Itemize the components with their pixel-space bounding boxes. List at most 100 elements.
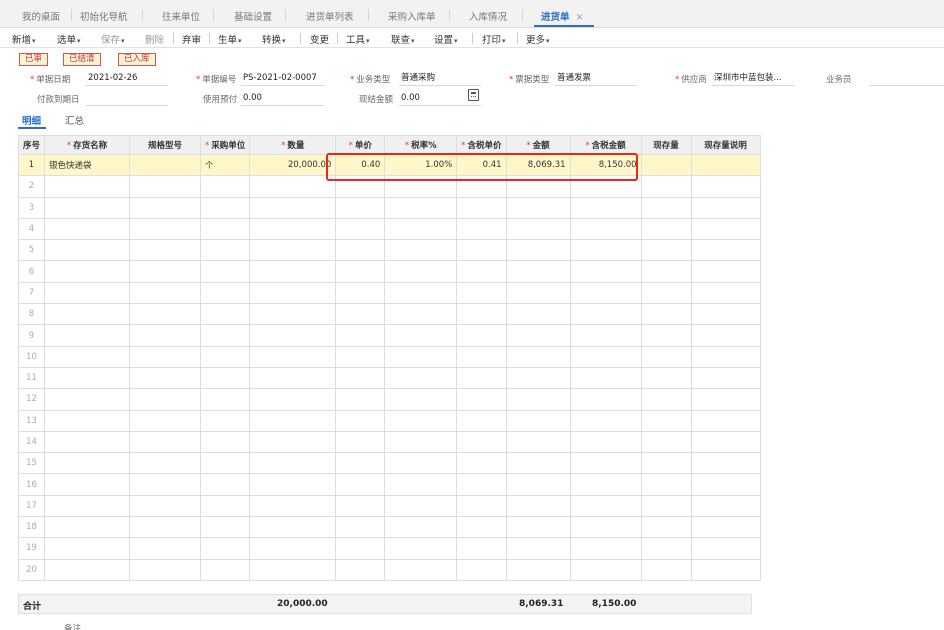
col-header-tax-price[interactable]: * 含税单价	[456, 135, 507, 155]
grid-cell[interactable]	[200, 388, 251, 411]
table-row[interactable]: 8	[17, 303, 761, 326]
grid-cell[interactable]	[456, 473, 507, 496]
grid-cell[interactable]	[505, 409, 571, 432]
grid-cell[interactable]	[690, 345, 761, 368]
grid-cell[interactable]	[456, 494, 507, 518]
grid-cell[interactable]	[690, 494, 761, 518]
grid-cell[interactable]	[44, 494, 131, 518]
grid-cell[interactable]	[44, 558, 131, 581]
grid-cell[interactable]	[569, 409, 642, 432]
subtab-summary[interactable]: 汇总	[65, 113, 84, 127]
grid-cell[interactable]	[690, 537, 761, 560]
grid-cell[interactable]	[200, 281, 251, 305]
cell-qty[interactable]: 20,000.00	[249, 153, 337, 177]
grid-cell[interactable]	[335, 430, 386, 454]
table-row[interactable]: 6	[17, 260, 761, 283]
tab-purchase-inbound[interactable]: 采购入库单	[388, 9, 436, 23]
grid-cell[interactable]	[44, 366, 131, 390]
grid-cell[interactable]	[200, 324, 251, 347]
grid-cell[interactable]	[200, 239, 251, 262]
grid-cell[interactable]	[456, 281, 507, 305]
grid-cell[interactable]	[384, 366, 458, 390]
grid-cell[interactable]	[384, 196, 458, 219]
grid-cell[interactable]	[44, 196, 131, 219]
grid-cell[interactable]	[569, 516, 642, 539]
grid-cell[interactable]	[384, 281, 458, 305]
grid-cell[interactable]	[384, 345, 458, 368]
grid-cell[interactable]	[200, 175, 251, 198]
tab-basic-settings[interactable]: 基础设置	[234, 9, 272, 23]
grid-cell[interactable]	[335, 494, 386, 518]
grid-cell[interactable]	[129, 473, 202, 496]
grid-cell[interactable]	[44, 388, 131, 411]
table-row[interactable]: 20	[17, 558, 761, 581]
grid-cell[interactable]	[129, 516, 202, 539]
grid-cell[interactable]	[569, 558, 642, 581]
grid-cell[interactable]	[640, 494, 692, 518]
grid-cell[interactable]	[569, 537, 642, 560]
grid-cell[interactable]	[44, 473, 131, 496]
grid-cell[interactable]	[384, 452, 458, 475]
grid-cell[interactable]	[200, 409, 251, 432]
supplier-field[interactable]: 深圳市中蓝包装...	[712, 72, 794, 86]
grid-cell[interactable]	[690, 388, 761, 411]
grid-cell[interactable]	[640, 516, 692, 539]
grid-cell[interactable]	[129, 281, 202, 305]
grid-cell[interactable]	[129, 239, 202, 262]
grid-cell[interactable]	[569, 217, 642, 241]
grid-cell[interactable]	[505, 430, 571, 454]
grid-cell[interactable]	[129, 303, 202, 326]
grid-cell[interactable]	[456, 366, 507, 390]
grid-cell[interactable]	[640, 409, 692, 432]
cell-stock[interactable]	[640, 153, 692, 177]
col-header-tax-amount[interactable]: * 含税金额	[569, 135, 642, 155]
grid-cell[interactable]	[129, 196, 202, 219]
change-button[interactable]: 变更	[310, 32, 329, 46]
grid-cell[interactable]	[200, 558, 251, 581]
convert-button[interactable]: 转换▾	[262, 32, 286, 46]
grid-cell[interactable]	[335, 239, 386, 262]
grid-cell[interactable]	[690, 473, 761, 496]
print-button[interactable]: 打印▾	[482, 32, 506, 46]
cell-stock-note[interactable]	[690, 153, 761, 177]
table-row[interactable]: 13	[17, 409, 761, 432]
grid-cell[interactable]	[335, 473, 386, 496]
grid-cell[interactable]	[456, 239, 507, 262]
grid-cell[interactable]	[456, 409, 507, 432]
doc-no-field[interactable]: PS-2021-02-0007	[241, 72, 325, 86]
grid-cell[interactable]	[200, 452, 251, 475]
grid-cell[interactable]	[456, 260, 507, 283]
grid-cell[interactable]	[456, 217, 507, 241]
grid-cell[interactable]	[44, 345, 131, 368]
table-row[interactable]: 16	[17, 473, 761, 496]
grid-cell[interactable]	[384, 409, 458, 432]
salesman-field[interactable]	[870, 72, 944, 86]
subtab-detail[interactable]: 明细	[22, 113, 41, 127]
grid-cell[interactable]	[640, 452, 692, 475]
grid-cell[interactable]	[200, 366, 251, 390]
grid-cell[interactable]	[129, 260, 202, 283]
grid-cell[interactable]	[129, 217, 202, 241]
tab-purchase-order[interactable]: 进货单 ×	[541, 9, 583, 23]
settings-button[interactable]: 设置▾	[434, 32, 458, 46]
grid-cell[interactable]	[249, 473, 337, 496]
grid-cell[interactable]	[249, 196, 337, 219]
grid-cell[interactable]	[335, 388, 386, 411]
grid-cell[interactable]	[44, 303, 131, 326]
generate-button[interactable]: 生单▾	[218, 32, 242, 46]
grid-cell[interactable]	[249, 239, 337, 262]
grid-cell[interactable]	[384, 217, 458, 241]
grid-cell[interactable]	[384, 494, 458, 518]
grid-cell[interactable]	[640, 388, 692, 411]
grid-cell[interactable]	[249, 260, 337, 283]
grid-cell[interactable]	[249, 558, 337, 581]
grid-cell[interactable]	[640, 537, 692, 560]
discard-review-button[interactable]: 弃审	[182, 32, 201, 46]
grid-cell[interactable]	[456, 324, 507, 347]
grid-cell[interactable]	[335, 303, 386, 326]
grid-cell[interactable]	[44, 430, 131, 454]
grid-cell[interactable]	[129, 366, 202, 390]
grid-cell[interactable]	[335, 217, 386, 241]
grid-cell[interactable]	[249, 324, 337, 347]
grid-cell[interactable]	[640, 324, 692, 347]
